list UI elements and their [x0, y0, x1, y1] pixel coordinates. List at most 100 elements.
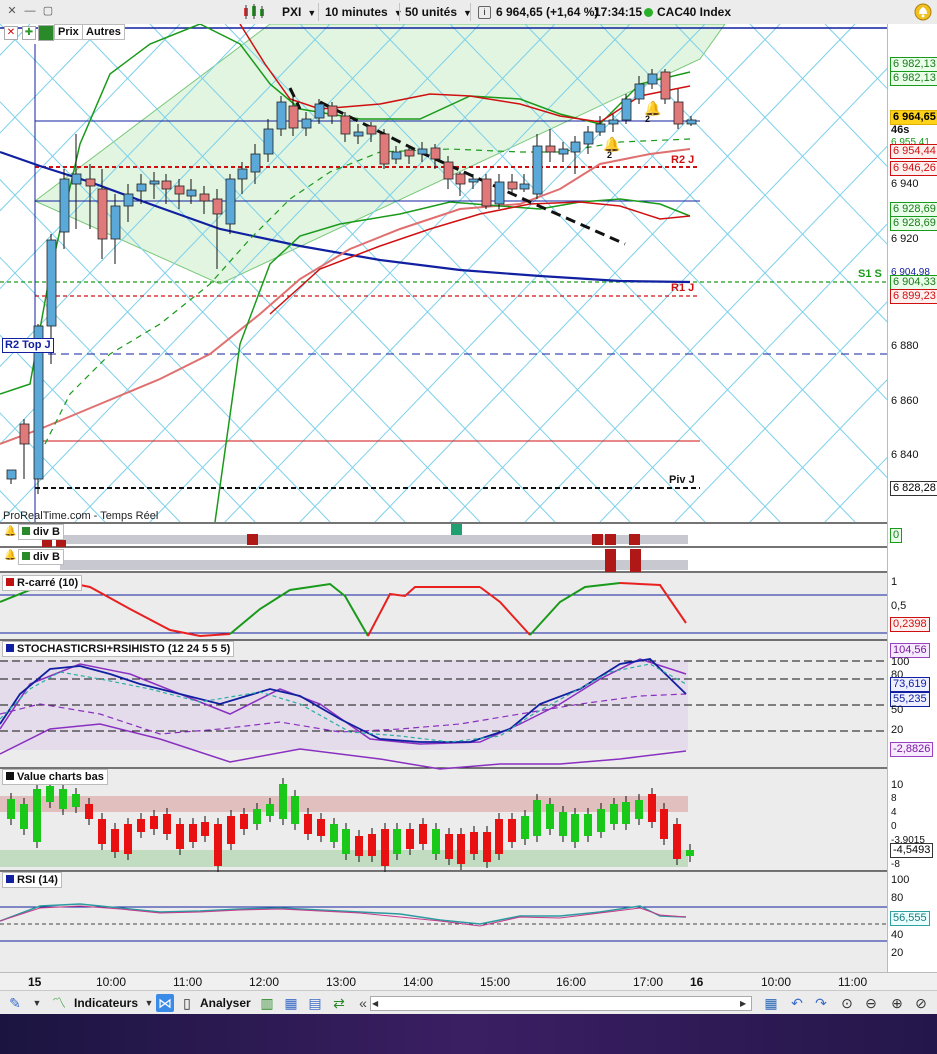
screener-icon[interactable]: ▤ [306, 994, 324, 1012]
units-select[interactable]: 50 unités ▼ [401, 3, 476, 21]
panel-div-b-2[interactable]: div B [18, 549, 64, 565]
close-icon[interactable]: ✕ [6, 5, 18, 17]
share-icon[interactable]: ⋈ [156, 994, 174, 1012]
chart-area[interactable]: ✕ ✚ Prix Autres R2 Top J R2 J R1 J S1 S … [0, 24, 887, 972]
panel-rsi[interactable]: RSI (14) [2, 872, 62, 888]
timeframe-select[interactable]: 10 minutes▼ [321, 3, 407, 21]
candle-down [379, 133, 390, 165]
bell-icon[interactable]: 🔔 [4, 526, 16, 537]
zoom-out-icon[interactable]: ⊖ [862, 994, 880, 1012]
vc-bar-up [330, 824, 338, 842]
bell-icon[interactable]: 🔔 [4, 550, 16, 561]
vc-axis: -4,5493 [890, 843, 934, 858]
panel-div-b-1[interactable]: div B [18, 524, 64, 540]
redo-icon[interactable]: ↷ [812, 994, 830, 1012]
candle-up [136, 183, 147, 192]
scroll-right-arrow-icon[interactable]: ▶ [740, 998, 750, 1009]
candle-up [71, 173, 82, 185]
axis-value: 6 928,69 [890, 202, 937, 217]
candle-down [507, 181, 518, 190]
index-name: CAC40 Index [657, 5, 732, 19]
candle-up [634, 83, 645, 100]
vc-bar-down [214, 824, 222, 866]
scroll-left-arrow-icon[interactable]: ◀ [372, 998, 382, 1009]
bottom-toolbar: ✎ ▼ 〽 Indicateurs ▼ ⋈ ▯ Analyser ▥ ▦ ▤ ⇄… [0, 990, 937, 1015]
axis-value: 6 828,28 [890, 481, 937, 496]
candle-down [19, 423, 30, 445]
vc-bar-down [111, 829, 119, 852]
candle-up [468, 178, 479, 183]
zoom-in-icon[interactable]: ⊕ [888, 994, 906, 1012]
maximize-icon[interactable]: ▢ [42, 5, 54, 17]
axis-tick: 6 920 [891, 233, 919, 245]
time-label: 11:00 [838, 975, 868, 989]
axis-value: 6 928,69 [890, 216, 937, 231]
panel-stoch[interactable]: STOCHASTICRSI+RSIHISTO (12 24 5 5 5) [2, 641, 235, 657]
candle-up [123, 193, 134, 207]
indicator-icon[interactable]: 〽 [50, 994, 68, 1012]
candle-down [430, 147, 441, 160]
vc-bar-up [33, 789, 41, 842]
tab-prix[interactable]: Prix [54, 24, 83, 40]
time-axis[interactable]: 15 10:00 11:00 12:00 13:00 14:00 15:00 1… [0, 972, 937, 991]
div-marker [605, 534, 616, 545]
candle-up [686, 119, 697, 125]
chevron-down-icon[interactable]: ▼ [28, 994, 46, 1012]
minimize-icon[interactable]: — [24, 5, 36, 17]
zoom-fit-icon[interactable]: ⊙ [838, 994, 856, 1012]
stoch-axis: 50 [891, 704, 904, 716]
vc-bar-up [432, 829, 440, 854]
candle-up [276, 101, 287, 130]
candle-up [314, 103, 325, 119]
vc-bar-down [98, 819, 106, 844]
info-icon[interactable]: i [478, 6, 491, 19]
div-marker [56, 540, 66, 547]
candlestick-icon[interactable] [242, 4, 276, 20]
axis-tick: 6 880 [891, 340, 919, 352]
candle-up [237, 168, 248, 180]
undo-icon[interactable]: ↶ [788, 994, 806, 1012]
trade-icon[interactable]: ⇄ [330, 994, 348, 1012]
zoom-reset-icon[interactable]: ⊘ [912, 994, 930, 1012]
div-marker [451, 524, 462, 535]
vc-bar-down [470, 832, 478, 854]
vc-bar-up [253, 809, 261, 824]
bar-chart-icon[interactable]: ▥ [258, 994, 276, 1012]
layout-icon[interactable]: ▯ [178, 994, 196, 1012]
add-icon[interactable]: ✚ [22, 26, 36, 40]
level-r1-j: R1 J [671, 282, 695, 294]
candle-down [660, 71, 671, 100]
rsi-axis: 100 [891, 874, 910, 886]
stoch-axis: 73,619 [890, 677, 930, 692]
vc-bar-up [291, 796, 299, 824]
alert-bell-icon[interactable] [914, 3, 932, 21]
drawing-tool-icon[interactable]: ✎ [6, 994, 24, 1012]
vc-bar-down [85, 804, 93, 819]
table-icon[interactable]: ▦ [282, 994, 300, 1012]
tab-autres[interactable]: Autres [82, 24, 125, 40]
ticker-select[interactable]: PXI ▼ [278, 3, 320, 21]
vc-bar-up [571, 814, 579, 842]
scrollbar[interactable]: ◀ ▶ [370, 996, 752, 1011]
candle-up [149, 180, 160, 185]
analyser-button[interactable]: Analyser [200, 996, 251, 1010]
vc-bar-down [240, 814, 248, 829]
vc-bar-up [559, 812, 567, 836]
div-bar [60, 560, 688, 570]
delete-icon[interactable]: ✕ [4, 26, 18, 40]
axis-tick: 6 940 [891, 178, 919, 190]
indicateurs-button[interactable]: Indicateurs [74, 996, 138, 1010]
candle-down [404, 149, 415, 157]
panel-r-carre[interactable]: R-carré (10) [2, 575, 83, 591]
calendar-icon[interactable]: ▦ [762, 994, 780, 1012]
candle-up [621, 98, 632, 121]
time-label: 11:00 [173, 975, 203, 989]
time-label: 10:00 [96, 975, 127, 989]
watermark: ProRealTime.com - Temps Réel [3, 510, 159, 522]
candle-down [85, 178, 96, 187]
level-piv-j: Piv J [669, 474, 695, 486]
time-label: 15 [28, 975, 42, 989]
candle-up [519, 183, 530, 190]
panel-value-charts[interactable]: Value charts bas [2, 769, 108, 785]
vc-axis: 8 [891, 793, 897, 804]
